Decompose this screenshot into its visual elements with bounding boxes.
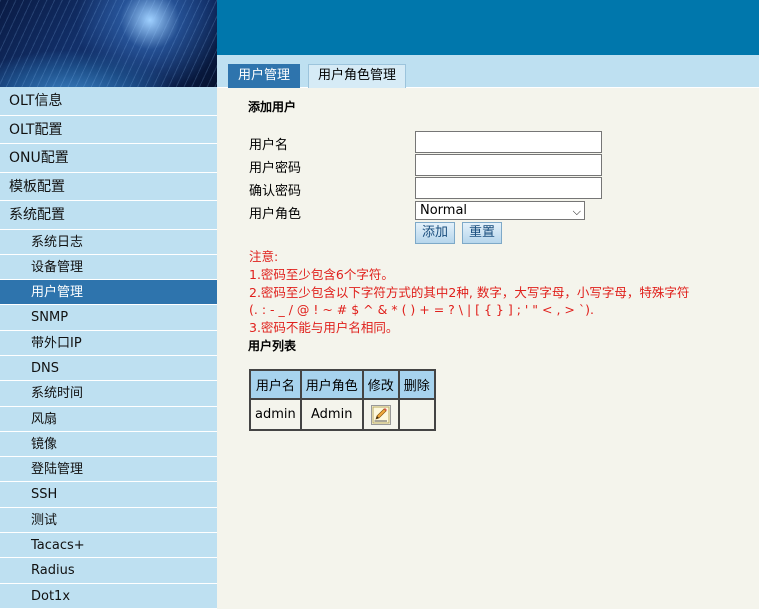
sidebar-subitem-fan[interactable]: 风扇 xyxy=(0,406,217,432)
pencil-edit-icon[interactable] xyxy=(370,404,391,425)
sidebar-subitem-radius[interactable]: Radius xyxy=(0,558,217,584)
light-rays-decoration xyxy=(0,0,217,87)
column-header-edit: 修改 xyxy=(361,369,400,400)
sidebar-subitem-ssh[interactable]: SSH xyxy=(0,482,217,508)
sidebar-subitem-snmp[interactable]: SNMP xyxy=(0,305,217,331)
password-input[interactable] xyxy=(415,154,602,176)
user-list-title: 用户列表 xyxy=(248,339,297,353)
user-role-select[interactable]: Normal ⌵ xyxy=(415,201,585,220)
sidebar-subitem-user-management[interactable]: 用户管理 xyxy=(0,280,217,306)
password-notes: 注意: 1.密码至少包含6个字符。 2.密码至少包含以下字符方式的其中2种, 数… xyxy=(249,248,689,337)
sidebar-item-system-config[interactable]: 系统配置 xyxy=(0,201,217,230)
add-button[interactable]: 添加 xyxy=(415,222,456,244)
main-content: 添加用户 用户名 用户密码 确认密码 用户角色 Normal ⌵ 添加 重置 注… xyxy=(217,88,759,609)
sidebar-subitem-tacacs[interactable]: Tacacs+ xyxy=(0,533,217,559)
note-line: 注意: xyxy=(249,249,279,264)
sidebar-subitem-login-management[interactable]: 登陆管理 xyxy=(0,457,217,483)
sidebar-subitem-system-time[interactable]: 系统时间 xyxy=(0,381,217,407)
tab-user-role-management[interactable]: 用户角色管理 xyxy=(308,64,407,88)
column-header-role: 用户角色 xyxy=(299,369,364,400)
chevron-down-icon: ⌵ xyxy=(572,205,581,218)
reset-button[interactable]: 重置 xyxy=(462,222,503,244)
add-user-title: 添加用户 xyxy=(248,100,297,114)
user-role-label: 用户角色 xyxy=(249,207,302,222)
sidebar-subitem-dns[interactable]: DNS xyxy=(0,355,217,382)
cell-username: admin xyxy=(249,398,302,431)
cell-delete xyxy=(397,398,436,431)
note-line: (. : - _ / @ ! ~ # $ ^ & * ( ) + = ? \ |… xyxy=(249,302,594,318)
username-input[interactable] xyxy=(415,131,602,153)
note-line: 2.密码至少包含以下字符方式的其中2种, 数字，大写字母，小写字母，特殊字符 xyxy=(249,284,690,300)
sidebar-item-olt-config[interactable]: OLT配置 xyxy=(0,115,217,144)
user-list-table: 用户名 用户角色 修改 删除 admin Admin xyxy=(249,369,436,431)
sidebar-subitem-test[interactable]: 测试 xyxy=(0,507,217,534)
column-header-delete: 删除 xyxy=(397,369,436,400)
password-label: 用户密码 xyxy=(249,161,302,176)
cell-edit xyxy=(361,398,400,431)
note-line: 1.密码至少包含6个字符。 xyxy=(249,266,394,282)
sidebar: OLT信息 OLT配置 ONU配置 模板配置 系统配置 系统日志 设备管理 用户… xyxy=(0,87,217,609)
sidebar-subitem-outband-ip[interactable]: 带外口IP xyxy=(0,330,217,356)
sidebar-subitem-mirror[interactable]: 镜像 xyxy=(0,431,217,458)
globe-banner-image xyxy=(0,0,217,87)
sidebar-item-template-config[interactable]: 模板配置 xyxy=(0,172,217,201)
confirm-password-label: 确认密码 xyxy=(249,184,302,199)
column-header-username: 用户名 xyxy=(249,369,302,400)
note-line: 3.密码不能与用户名相同。 xyxy=(249,320,399,336)
tab-user-management[interactable]: 用户管理 xyxy=(228,64,301,88)
user-role-selected-value: Normal xyxy=(420,203,468,218)
username-label: 用户名 xyxy=(249,138,289,153)
table-header-row: 用户名 用户角色 修改 删除 xyxy=(249,369,436,400)
cell-role: Admin xyxy=(299,398,364,431)
sidebar-subitem-device-management[interactable]: 设备管理 xyxy=(0,254,217,281)
header-banner xyxy=(217,0,759,55)
sidebar-item-olt-info[interactable]: OLT信息 xyxy=(0,87,217,116)
tab-bar: 用户管理 用户角色管理 xyxy=(217,55,759,88)
sidebar-subitem-dot1x[interactable]: Dot1x xyxy=(0,583,217,609)
sidebar-subitem-system-log[interactable]: 系统日志 xyxy=(0,229,217,255)
sidebar-item-onu-config[interactable]: ONU配置 xyxy=(0,144,217,173)
confirm-password-input[interactable] xyxy=(415,177,602,199)
table-row: admin Admin xyxy=(249,398,436,431)
